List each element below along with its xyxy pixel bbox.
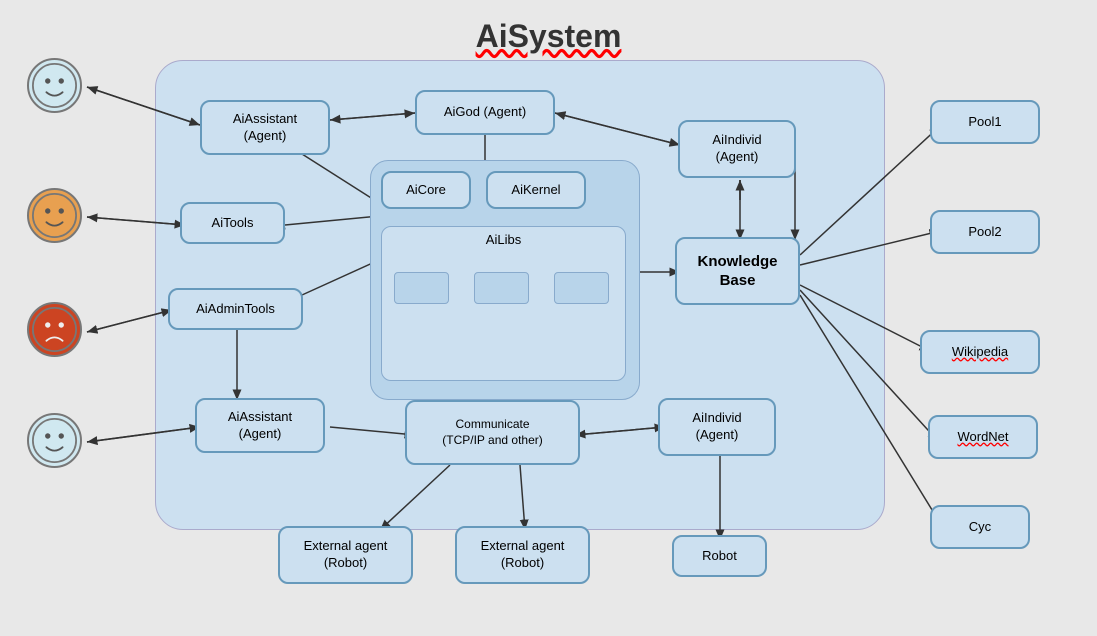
- ai-admin-tools-label: AiAdminTools: [196, 301, 275, 318]
- ext-robot-2-node: External agent(Robot): [455, 526, 590, 584]
- smiley-3: [27, 302, 82, 357]
- ai-libs-box: AiLibs: [381, 226, 626, 381]
- wikipedia-node: Wikipedia: [920, 330, 1040, 374]
- pool2-label: Pool2: [968, 224, 1001, 241]
- ai-assistant-top-label: AiAssistant(Agent): [233, 111, 297, 145]
- diagram-container: AiSystem: [0, 0, 1097, 636]
- wordnet-node: WordNet: [928, 415, 1038, 459]
- ai-individ-bot-label: AiIndivid(Agent): [692, 410, 741, 444]
- ai-god-node: AiGod (Agent): [415, 90, 555, 135]
- lib-box-1: [394, 272, 449, 304]
- ai-individ-bot-node: AiIndivid(Agent): [658, 398, 776, 456]
- pool2-node: Pool2: [930, 210, 1040, 254]
- smiley-1: [27, 58, 82, 113]
- robot-label: Robot: [702, 548, 737, 565]
- communicate-label: Communicate(TCP/IP and other): [442, 417, 543, 448]
- knowledge-base-node: KnowledgeBase: [675, 237, 800, 305]
- wikipedia-label: Wikipedia: [952, 344, 1008, 361]
- ai-core-label: AiCore: [406, 182, 446, 199]
- pool1-node: Pool1: [930, 100, 1040, 144]
- ai-assistant-bot-label: AiAssistant(Agent): [228, 409, 292, 443]
- ai-libs-label: AiLibs: [382, 227, 625, 247]
- wordnet-label: WordNet: [957, 429, 1008, 446]
- ai-individ-top-label: AiIndivid(Agent): [712, 132, 761, 166]
- communicate-node: Communicate(TCP/IP and other): [405, 400, 580, 465]
- cyc-node: Cyc: [930, 505, 1030, 549]
- cyc-label: Cyc: [969, 519, 991, 536]
- ai-tools-node: AiTools: [180, 202, 285, 244]
- ai-god-label: AiGod (Agent): [444, 104, 526, 121]
- smiley-4: [27, 413, 82, 468]
- ext-robot-1-label: External agent(Robot): [304, 538, 388, 572]
- ai-assistant-bot-node: AiAssistant(Agent): [195, 398, 325, 453]
- lib-box-3: [554, 272, 609, 304]
- ai-tools-label: AiTools: [212, 215, 254, 232]
- ai-individ-top-node: AiIndivid(Agent): [678, 120, 796, 178]
- ai-kernel-label: AiKernel: [511, 182, 560, 199]
- lib-box-2: [474, 272, 529, 304]
- smiley-2: [27, 188, 82, 243]
- ai-assistant-top-node: AiAssistant(Agent): [200, 100, 330, 155]
- ai-core-inner-box: AiCore AiKernel AiLibs: [370, 160, 640, 400]
- ai-admin-tools-node: AiAdminTools: [168, 288, 303, 330]
- ai-core-node: AiCore: [381, 171, 471, 209]
- ext-robot-1-node: External agent(Robot): [278, 526, 413, 584]
- robot-node: Robot: [672, 535, 767, 577]
- knowledge-base-label: KnowledgeBase: [697, 252, 777, 291]
- ext-robot-2-label: External agent(Robot): [481, 538, 565, 572]
- pool1-label: Pool1: [968, 114, 1001, 131]
- ai-kernel-node: AiKernel: [486, 171, 586, 209]
- page-title: AiSystem: [476, 18, 622, 55]
